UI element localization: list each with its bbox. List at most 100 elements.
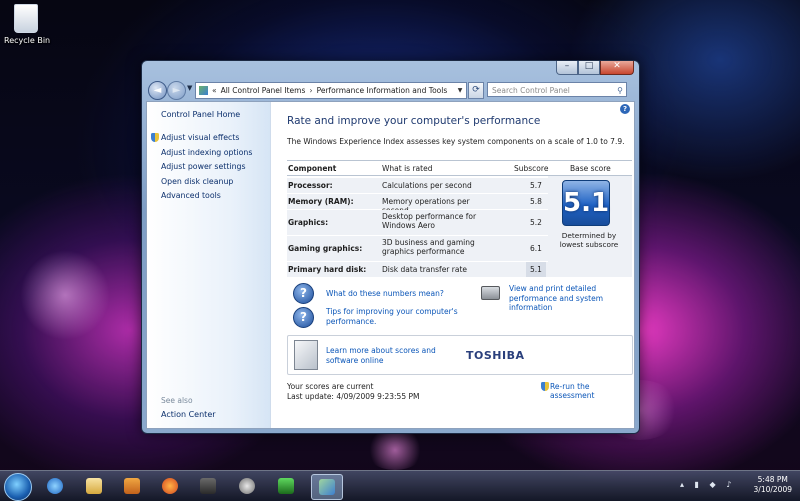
page-title: Rate and improve your computer's perform…: [287, 115, 541, 127]
back-arrow-icon: ◄: [153, 85, 162, 96]
back-button[interactable]: ◄: [148, 81, 167, 100]
score-table-header: Component What is rated Subscore Base sc…: [287, 160, 632, 176]
firefox-icon: [162, 478, 178, 494]
refresh-button[interactable]: ⟳: [468, 82, 484, 99]
control-panel-icon: [199, 86, 208, 95]
see-also-heading: See also: [161, 396, 193, 405]
system-tray-icons[interactable]: ▴ ▮ ◆ ♪: [680, 480, 735, 489]
row-rated: Desktop performance for Windows Aero: [382, 212, 477, 230]
forward-arrow-icon: ►: [172, 85, 181, 96]
address-dropdown-icon[interactable]: ▼: [454, 87, 466, 94]
row-component: Gaming graphics:: [288, 244, 363, 253]
base-score-caption: Determined by lowest subscore: [559, 231, 619, 249]
control-panel-taskbar-button[interactable]: [311, 474, 343, 500]
game-icon: [200, 478, 216, 494]
internet-explorer-icon: [47, 478, 63, 494]
printer-icon[interactable]: [481, 286, 500, 300]
what-do-numbers-mean-link[interactable]: What do these numbers mean?: [326, 289, 486, 299]
internet-explorer-taskbar-button[interactable]: [40, 474, 70, 498]
table-row: Gaming graphics: 3D business and gaming …: [287, 236, 548, 262]
toshiba-logo[interactable]: TOSHIBA: [466, 349, 524, 362]
recycle-bin[interactable]: Recycle Bin: [4, 4, 51, 45]
control-panel-home-link[interactable]: Control Panel Home: [161, 110, 240, 119]
assessment-status: Your scores are current Last update: 4/0…: [287, 382, 419, 401]
row-subscore: 6.1: [530, 244, 542, 253]
table-row: Memory (RAM): Memory operations per seco…: [287, 194, 548, 215]
game-taskbar-button[interactable]: [193, 474, 223, 498]
row-subscore-lowest: 5.1: [526, 262, 546, 277]
media-player-taskbar-button[interactable]: [117, 474, 147, 498]
clock-time: 5:48 PM: [757, 475, 788, 484]
score-rows: Processor: Calculations per second 5.7 M…: [287, 176, 548, 278]
table-row: Primary hard disk: Disk data transfer ra…: [287, 262, 548, 278]
table-row: Processor: Calculations per second 5.7: [287, 178, 548, 194]
breadcrumb-performance[interactable]: Performance Information and Tools: [317, 86, 448, 95]
taskbar: ▴ ▮ ◆ ♪ 5:48 PM 3/10/2009: [0, 470, 800, 501]
action-center-link[interactable]: Action Center: [161, 410, 216, 419]
wallpaper-glow-left: [20, 250, 110, 340]
question-icon[interactable]: ?: [293, 307, 314, 328]
rerun-assessment-link[interactable]: Re-run the assessment: [541, 382, 626, 400]
last-update-text: Last update: 4/09/2009 9:23:55 PM: [287, 391, 420, 401]
row-rated: Disk data transfer rate: [382, 265, 468, 274]
base-score-badge: 5.1: [562, 180, 610, 226]
media-center-icon: [239, 478, 255, 494]
search-icon[interactable]: ⚲: [617, 83, 623, 98]
row-component: Processor:: [288, 181, 333, 190]
learn-more-scores-link[interactable]: Learn more about scores and software onl…: [326, 346, 456, 365]
open-disk-cleanup-link[interactable]: Open disk cleanup: [161, 177, 252, 192]
view-print-details-link[interactable]: View and print detailed performance and …: [509, 284, 634, 313]
media-player-icon: [124, 478, 140, 494]
start-button[interactable]: [4, 473, 32, 501]
forward-button[interactable]: ►: [167, 81, 186, 100]
explorer-taskbar-button[interactable]: [79, 474, 109, 498]
recycle-bin-label: Recycle Bin: [4, 36, 51, 45]
performance-window: – □ ✕ ◄ ► ▼ « All Control Panel Items › …: [141, 60, 640, 434]
question-icon[interactable]: ?: [293, 283, 314, 304]
advanced-tools-link[interactable]: Advanced tools: [161, 191, 252, 206]
close-button[interactable]: ✕: [600, 61, 634, 75]
adjust-visual-effects-link[interactable]: Adjust visual effects: [151, 133, 252, 148]
address-overflow[interactable]: «: [212, 86, 217, 95]
row-component: Memory (RAM):: [288, 197, 354, 206]
task-list: Adjust visual effects Adjust indexing op…: [151, 133, 252, 206]
minimize-button[interactable]: –: [556, 61, 578, 75]
adjust-power-settings-link[interactable]: Adjust power settings: [161, 162, 252, 177]
maximize-button[interactable]: □: [578, 61, 600, 75]
table-row: Graphics: Desktop performance for Window…: [287, 210, 548, 236]
refresh-icon: ⟳: [472, 85, 480, 95]
recycle-bin-icon: [14, 4, 38, 33]
row-rated: 3D business and gaming graphics performa…: [382, 238, 475, 256]
task-pane: Control Panel Home Adjust visual effects…: [147, 102, 271, 428]
task-label[interactable]: Adjust visual effects: [161, 133, 239, 142]
software-box-icon: [294, 340, 318, 370]
chevron-down-icon: ▼: [187, 84, 193, 92]
media-center-taskbar-button[interactable]: [232, 474, 262, 498]
adjust-indexing-options-link[interactable]: Adjust indexing options: [161, 148, 252, 163]
wallpaper-glow-bottom: [365, 430, 425, 470]
search-input[interactable]: Search Control Panel ⚲: [487, 82, 627, 97]
base-score-panel: 5.1 Determined by lowest subscore: [548, 176, 632, 277]
firefox-taskbar-button[interactable]: [155, 474, 185, 498]
recent-pages-dropdown[interactable]: ▼: [187, 84, 192, 92]
clock-date: 3/10/2009: [753, 485, 792, 494]
game2-taskbar-button[interactable]: [271, 474, 301, 498]
row-rated: Calculations per second: [382, 181, 472, 190]
control-panel-icon: [319, 479, 335, 495]
shield-icon: [541, 382, 549, 391]
address-bar[interactable]: « All Control Panel Items › Performance …: [195, 82, 467, 99]
breadcrumb-all-items[interactable]: All Control Panel Items: [221, 86, 306, 95]
clock[interactable]: 5:48 PM 3/10/2009: [754, 475, 792, 495]
row-subscore: 5.2: [530, 218, 542, 227]
game2-icon: [278, 478, 294, 494]
row-component: Graphics:: [288, 218, 329, 227]
header-what-is-rated: What is rated: [382, 164, 433, 173]
search-placeholder: Search Control Panel: [492, 86, 570, 95]
intro-text: The Windows Experience Index assesses ke…: [287, 137, 625, 146]
navigation-bar: ◄ ► ▼ « All Control Panel Items › Perfor…: [146, 79, 635, 101]
tips-improving-performance-link[interactable]: Tips for improving your computer's perfo…: [326, 307, 476, 326]
breadcrumb-separator[interactable]: ›: [309, 86, 312, 95]
row-subscore: 5.8: [530, 197, 542, 206]
row-component: Primary hard disk:: [288, 265, 367, 274]
rerun-label[interactable]: Re-run the assessment: [550, 382, 594, 400]
